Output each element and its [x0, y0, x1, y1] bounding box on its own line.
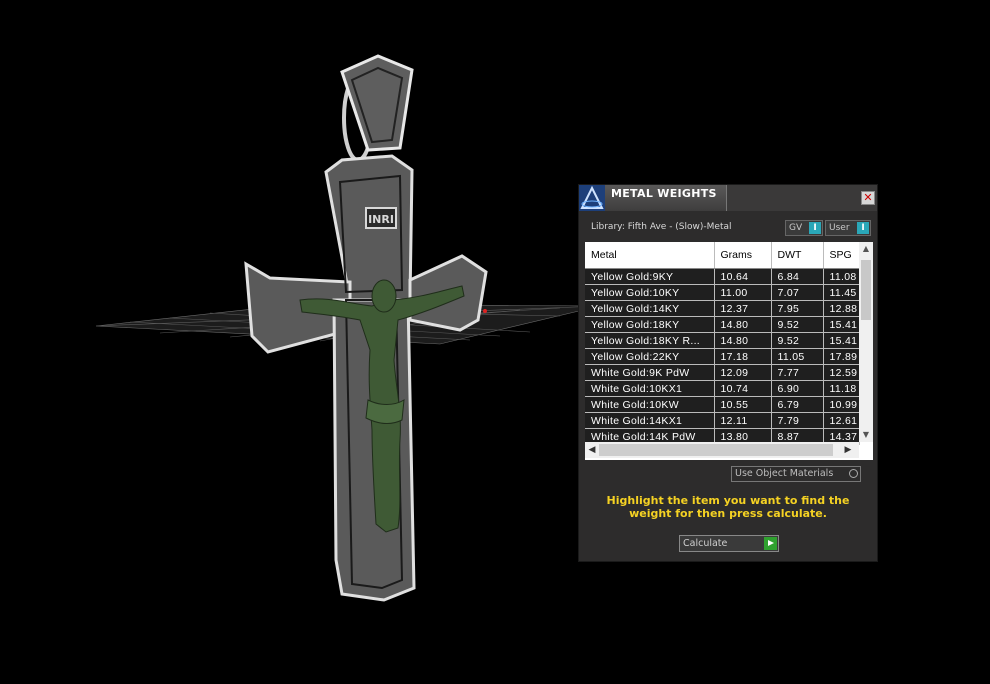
table-row[interactable]: Yellow Gold:10KY 11.00 7.07 11.45	[585, 284, 860, 301]
panel-title-tab: METAL WEIGHTS	[605, 185, 727, 211]
cell-metal[interactable]: Yellow Gold:14KY	[585, 300, 715, 317]
cell-spg[interactable]: 12.61	[823, 412, 860, 429]
cell-metal[interactable]: Yellow Gold:18KY	[585, 316, 715, 333]
cell-spg[interactable]: 15.41	[823, 332, 860, 349]
scroll-down-arrow-icon[interactable]: ▼	[859, 428, 873, 442]
table-row[interactable]: Yellow Gold:22KY 17.18 11.05 17.89	[585, 348, 860, 365]
gizmo-marker	[483, 309, 487, 313]
horizontal-scroll-thumb[interactable]	[599, 444, 833, 456]
table-body: Yellow Gold:9KY 10.64 6.84 11.08 Yellow Gold…	[585, 268, 860, 445]
cell-dwt[interactable]: 9.52	[771, 332, 824, 349]
cell-grams[interactable]: 14.80	[714, 332, 772, 349]
table-row[interactable]: White Gold:9K PdW 12.09 7.77 12.59	[585, 364, 860, 381]
cell-dwt[interactable]: 7.77	[771, 364, 824, 381]
user-toggle-knob: I	[857, 222, 869, 234]
column-header-metal[interactable]: Metal	[585, 242, 715, 269]
panel-titlebar[interactable]: METAL WEIGHTS ✕	[579, 185, 877, 211]
cell-dwt[interactable]: 7.07	[771, 284, 824, 301]
scroll-right-arrow-icon[interactable]: ▶	[841, 442, 855, 458]
calculate-label: Calculate	[683, 538, 728, 549]
cell-dwt[interactable]: 6.90	[771, 380, 824, 397]
gv-toggle[interactable]: GV I	[785, 220, 823, 236]
use-object-materials-option[interactable]: Use Object Materials	[731, 466, 861, 482]
radio-icon[interactable]	[849, 469, 858, 478]
vertical-scroll-thumb[interactable]	[861, 260, 871, 320]
cell-dwt[interactable]: 7.95	[771, 300, 824, 317]
cell-spg[interactable]: 12.59	[823, 364, 860, 381]
cell-spg[interactable]: 15.41	[823, 316, 860, 333]
cell-grams[interactable]: 10.74	[714, 380, 772, 397]
cell-grams[interactable]: 11.00	[714, 284, 772, 301]
vertical-scrollbar[interactable]: ▲ ▼	[859, 242, 873, 442]
metal-weights-panel: METAL WEIGHTS ✕ Library: Fifth Ave - (Sl…	[578, 184, 878, 562]
cell-metal[interactable]: White Gold:10KW	[585, 396, 715, 413]
cell-grams[interactable]: 14.80	[714, 316, 772, 333]
app-logo-icon	[579, 185, 605, 211]
cell-spg[interactable]: 10.99	[823, 396, 860, 413]
cell-grams[interactable]: 17.18	[714, 348, 772, 365]
column-header-grams[interactable]: Grams	[714, 242, 772, 269]
table-row[interactable]: White Gold:14KX1 12.11 7.79 12.61	[585, 412, 860, 429]
table-row[interactable]: Yellow Gold:18KY R... 14.80 9.52 15.41	[585, 332, 860, 349]
cell-spg[interactable]: 17.89	[823, 348, 860, 365]
cross-pendant: INRI	[244, 154, 488, 602]
library-label: Library: Fifth Ave - (Slow)-Metal	[591, 222, 732, 232]
user-toggle[interactable]: User I	[825, 220, 871, 236]
gv-toggle-knob: I	[809, 222, 821, 234]
calculate-button[interactable]: Calculate	[679, 535, 779, 552]
horizontal-scrollbar[interactable]: ◀ ▶	[585, 442, 859, 458]
use-object-materials-label: Use Object Materials	[735, 468, 834, 479]
table-row[interactable]: Yellow Gold:14KY 12.37 7.95 12.88	[585, 300, 860, 317]
column-header-spg[interactable]: SPG	[823, 242, 860, 269]
play-icon	[764, 537, 777, 550]
table-row[interactable]: White Gold:10KX1 10.74 6.90 11.18	[585, 380, 860, 397]
cell-grams[interactable]: 12.37	[714, 300, 772, 317]
cell-metal[interactable]: White Gold:10KX1	[585, 380, 715, 397]
cell-grams[interactable]: 10.55	[714, 396, 772, 413]
cell-spg[interactable]: 11.45	[823, 284, 860, 301]
panel-title: METAL WEIGHTS	[611, 187, 717, 200]
instruction-text: Highlight the item you want to find the …	[606, 494, 850, 520]
cell-grams[interactable]: 12.11	[714, 412, 772, 429]
cell-grams[interactable]: 10.64	[714, 268, 772, 285]
user-toggle-label: User	[829, 223, 850, 233]
cell-metal[interactable]: White Gold:14KX1	[585, 412, 715, 429]
cell-dwt[interactable]: 11.05	[771, 348, 824, 365]
svg-text:INRI: INRI	[368, 213, 394, 226]
close-button[interactable]: ✕	[861, 191, 875, 205]
cell-dwt[interactable]: 7.79	[771, 412, 824, 429]
cell-spg[interactable]: 11.08	[823, 268, 860, 285]
table-row[interactable]: Yellow Gold:18KY 14.80 9.52 15.41	[585, 316, 860, 333]
scroll-up-arrow-icon[interactable]: ▲	[859, 242, 873, 256]
column-header-dwt[interactable]: DWT	[771, 242, 824, 269]
cell-dwt[interactable]: 9.52	[771, 316, 824, 333]
cell-dwt[interactable]: 6.79	[771, 396, 824, 413]
table-row[interactable]: Yellow Gold:9KY 10.64 6.84 11.08	[585, 268, 860, 285]
gv-toggle-label: GV	[789, 223, 803, 233]
cell-metal[interactable]: Yellow Gold:22KY	[585, 348, 715, 365]
table-header-row: Metal Grams DWT SPG	[585, 242, 860, 269]
cell-spg[interactable]: 11.18	[823, 380, 860, 397]
cell-spg[interactable]: 12.88	[823, 300, 860, 317]
cell-metal[interactable]: White Gold:9K PdW	[585, 364, 715, 381]
cell-dwt[interactable]: 6.84	[771, 268, 824, 285]
cross-bail	[340, 54, 414, 162]
cell-grams[interactable]: 12.09	[714, 364, 772, 381]
metal-weights-table: Metal Grams DWT SPG Yellow Gold:9KY 10.64…	[585, 242, 860, 445]
cell-metal[interactable]: Yellow Gold:9KY	[585, 268, 715, 285]
scroll-left-arrow-icon[interactable]: ◀	[585, 442, 599, 458]
table-row[interactable]: White Gold:10KW 10.55 6.79 10.99	[585, 396, 860, 413]
cell-metal[interactable]: Yellow Gold:18KY R...	[585, 332, 715, 349]
cell-metal[interactable]: Yellow Gold:10KY	[585, 284, 715, 301]
metal-table-container: Metal Grams DWT SPG Yellow Gold:9KY 10.64…	[585, 242, 873, 460]
